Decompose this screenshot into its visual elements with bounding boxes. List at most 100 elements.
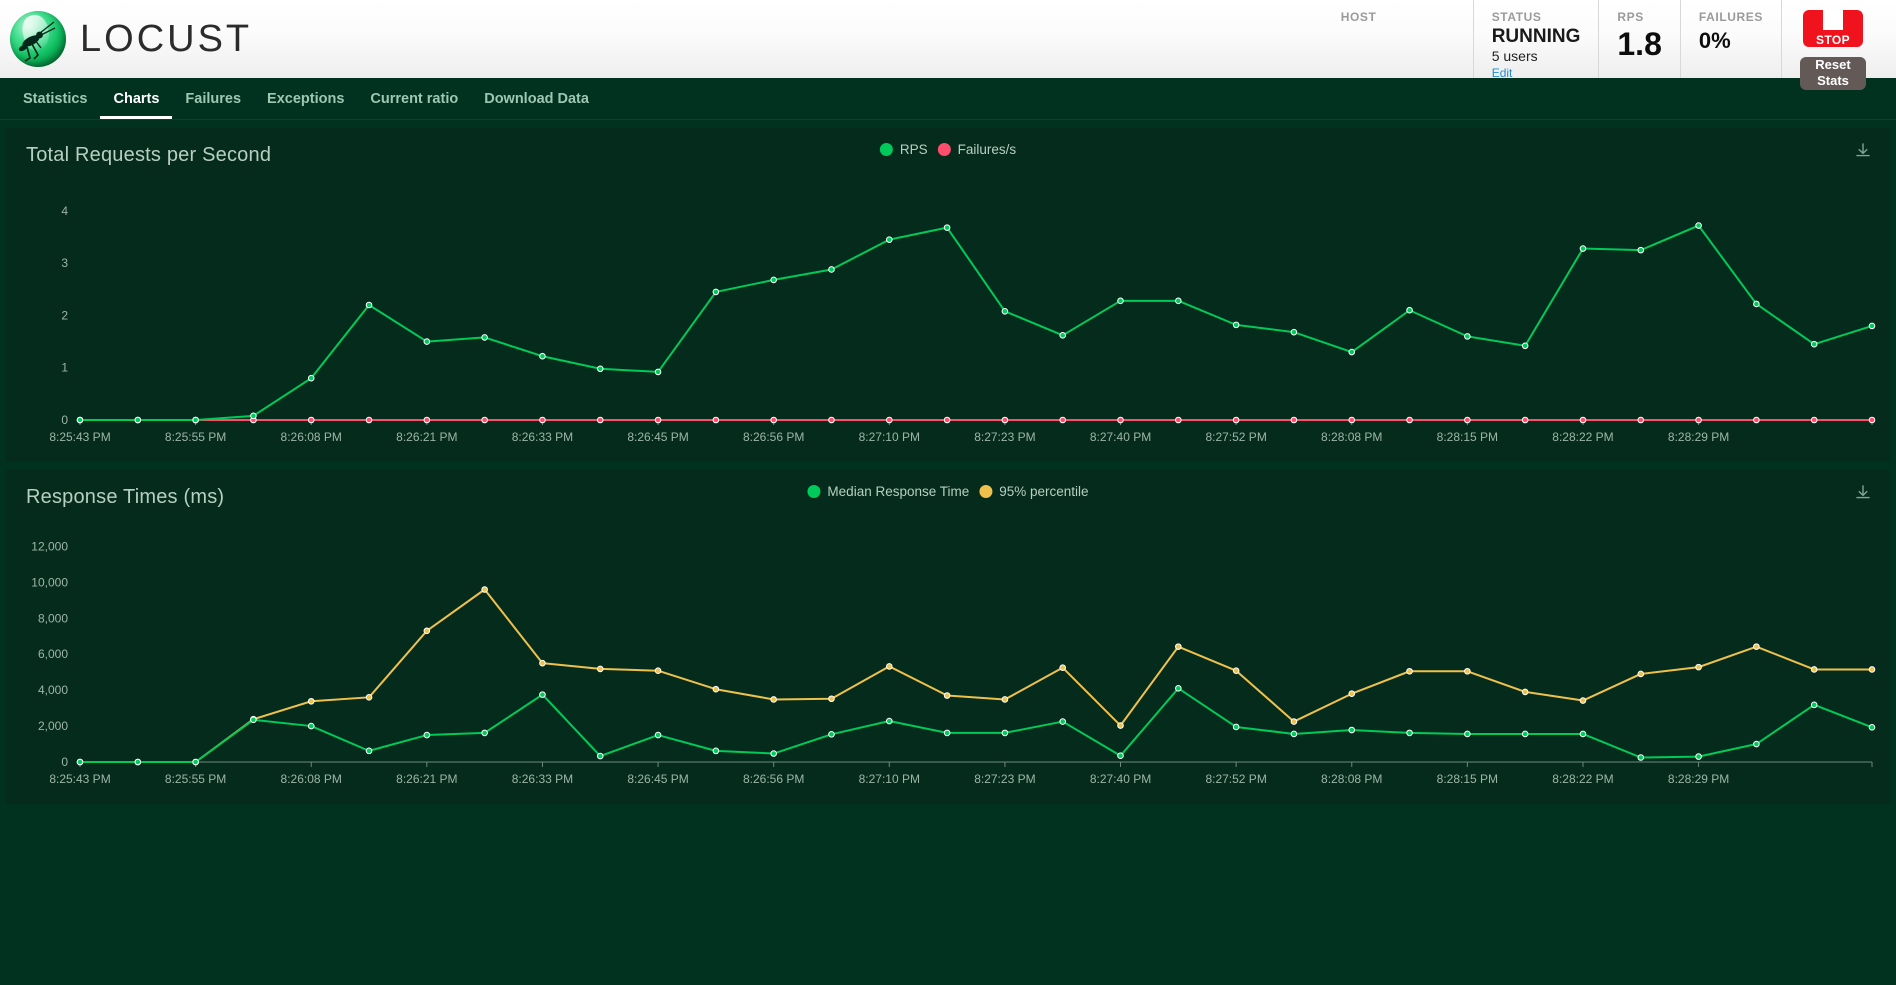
chart-data-point[interactable] [1232, 416, 1240, 424]
chart-data-point[interactable] [1001, 729, 1009, 737]
chart-data-point[interactable] [1117, 297, 1124, 305]
chart-data-point[interactable] [943, 692, 951, 699]
chart-data-point[interactable] [885, 236, 893, 243]
legend-item-percentile[interactable]: 95% percentile [979, 484, 1089, 499]
chart-data-point[interactable] [1175, 416, 1182, 424]
chart-data-point[interactable] [596, 416, 604, 424]
chart-data-point[interactable] [1175, 643, 1182, 650]
reset-stats-button[interactable]: Reset Stats [1800, 57, 1866, 90]
chart-data-point[interactable] [1753, 643, 1760, 650]
chart-data-point[interactable] [596, 365, 604, 373]
chart-data-point[interactable] [1868, 666, 1876, 673]
chart-data-point[interactable] [1001, 696, 1009, 703]
chart-data-point[interactable] [76, 416, 84, 424]
chart-data-point[interactable] [1175, 685, 1182, 692]
chart-data-point[interactable] [1464, 730, 1471, 738]
chart-data-point[interactable] [654, 416, 662, 424]
chart-data-point[interactable] [250, 716, 257, 724]
chart-data-point[interactable] [1868, 416, 1876, 424]
chart-data-point[interactable] [1810, 701, 1818, 709]
download-chart-icon[interactable] [1854, 484, 1872, 507]
chart-data-point[interactable] [1348, 690, 1356, 698]
chart-data-point[interactable] [365, 416, 373, 424]
chart-data-point[interactable] [1753, 300, 1760, 308]
chart-data-point[interactable] [1637, 246, 1645, 254]
chart-data-point[interactable] [1521, 688, 1529, 696]
chart-data-point[interactable] [1579, 245, 1587, 252]
chart-data-point[interactable] [1290, 416, 1298, 424]
chart-data-point[interactable] [1059, 664, 1067, 671]
chart-data-point[interactable] [307, 416, 315, 424]
download-chart-icon[interactable] [1854, 142, 1872, 165]
chart-data-point[interactable] [596, 752, 604, 760]
edit-link[interactable]: Edit [1492, 65, 1581, 82]
chart-data-point[interactable] [481, 334, 488, 341]
chart-data-point[interactable] [712, 416, 720, 424]
chart-data-point[interactable] [1695, 222, 1702, 229]
chart-data-point[interactable] [307, 374, 315, 382]
chart-data-point[interactable] [1695, 416, 1702, 424]
chart-data-point[interactable] [770, 276, 777, 284]
chart-data-point[interactable] [1117, 752, 1124, 760]
chart-data-point[interactable] [1521, 342, 1529, 350]
nav-item-current-ratio[interactable]: Current ratio [357, 78, 471, 119]
chart-data-point[interactable] [1579, 416, 1587, 424]
chart-data-point[interactable] [1464, 416, 1471, 424]
nav-item-exceptions[interactable]: Exceptions [254, 78, 357, 119]
chart-data-point[interactable] [1232, 321, 1240, 329]
chart-data-point[interactable] [250, 412, 257, 420]
chart-data-point[interactable] [539, 352, 546, 360]
chart-data-point[interactable] [1059, 416, 1067, 424]
chart-data-point[interactable] [423, 731, 431, 739]
nav-item-statistics[interactable]: Statistics [10, 78, 100, 119]
chart-data-point[interactable] [1406, 729, 1413, 737]
chart-data-point[interactable] [1406, 416, 1413, 424]
chart-data-point[interactable] [1464, 333, 1471, 340]
chart-data-point[interactable] [1232, 723, 1240, 731]
chart-data-point[interactable] [1753, 416, 1760, 424]
chart-data-point[interactable] [134, 758, 142, 766]
chart-data-point[interactable] [712, 685, 720, 693]
chart-data-point[interactable] [192, 416, 199, 424]
chart-data-point[interactable] [1810, 666, 1818, 673]
chart-data-point[interactable] [1521, 416, 1529, 424]
chart-data-point[interactable] [1464, 667, 1471, 675]
chart-data-point[interactable] [1406, 306, 1413, 314]
chart-data-point[interactable] [1001, 307, 1009, 315]
chart-data-point[interactable] [943, 416, 951, 424]
chart-data-point[interactable] [1348, 726, 1356, 734]
stop-button[interactable]: STOP [1803, 10, 1863, 47]
chart-data-point[interactable] [1290, 730, 1298, 738]
chart-data-point[interactable] [192, 758, 199, 766]
chart-data-point[interactable] [1232, 667, 1240, 675]
chart-data-point[interactable] [365, 301, 373, 309]
chart-data-point[interactable] [1637, 754, 1645, 761]
chart-data-point[interactable] [1290, 328, 1298, 336]
chart-data-point[interactable] [654, 667, 662, 675]
chart-data-point[interactable] [885, 717, 893, 725]
chart-data-point[interactable] [1579, 697, 1587, 704]
chart-data-point[interactable] [423, 627, 431, 635]
chart-data-point[interactable] [828, 266, 835, 273]
chart-data-point[interactable] [1810, 416, 1818, 424]
chart-data-point[interactable] [828, 416, 835, 424]
chart-data-point[interactable] [1637, 670, 1645, 678]
chart-data-point[interactable] [828, 695, 835, 703]
legend-item-median[interactable]: Median Response Time [807, 484, 969, 499]
chart-data-point[interactable] [1810, 340, 1818, 348]
chart-data-point[interactable] [481, 586, 488, 593]
chart-data-point[interactable] [307, 697, 315, 705]
chart-data-point[interactable] [307, 722, 315, 730]
chart-data-point[interactable] [365, 747, 373, 755]
chart-data-point[interactable] [423, 416, 431, 424]
chart-data-point[interactable] [1868, 724, 1876, 731]
chart-data-point[interactable] [943, 729, 951, 737]
chart-data-point[interactable] [1695, 753, 1702, 760]
chart-data-point[interactable] [712, 288, 720, 296]
chart-data-point[interactable] [885, 416, 893, 424]
chart-data-point[interactable] [770, 696, 777, 703]
chart-data-point[interactable] [1348, 416, 1356, 424]
chart-data-point[interactable] [76, 758, 84, 766]
nav-item-charts[interactable]: Charts [100, 78, 173, 119]
chart-data-point[interactable] [1059, 718, 1067, 725]
